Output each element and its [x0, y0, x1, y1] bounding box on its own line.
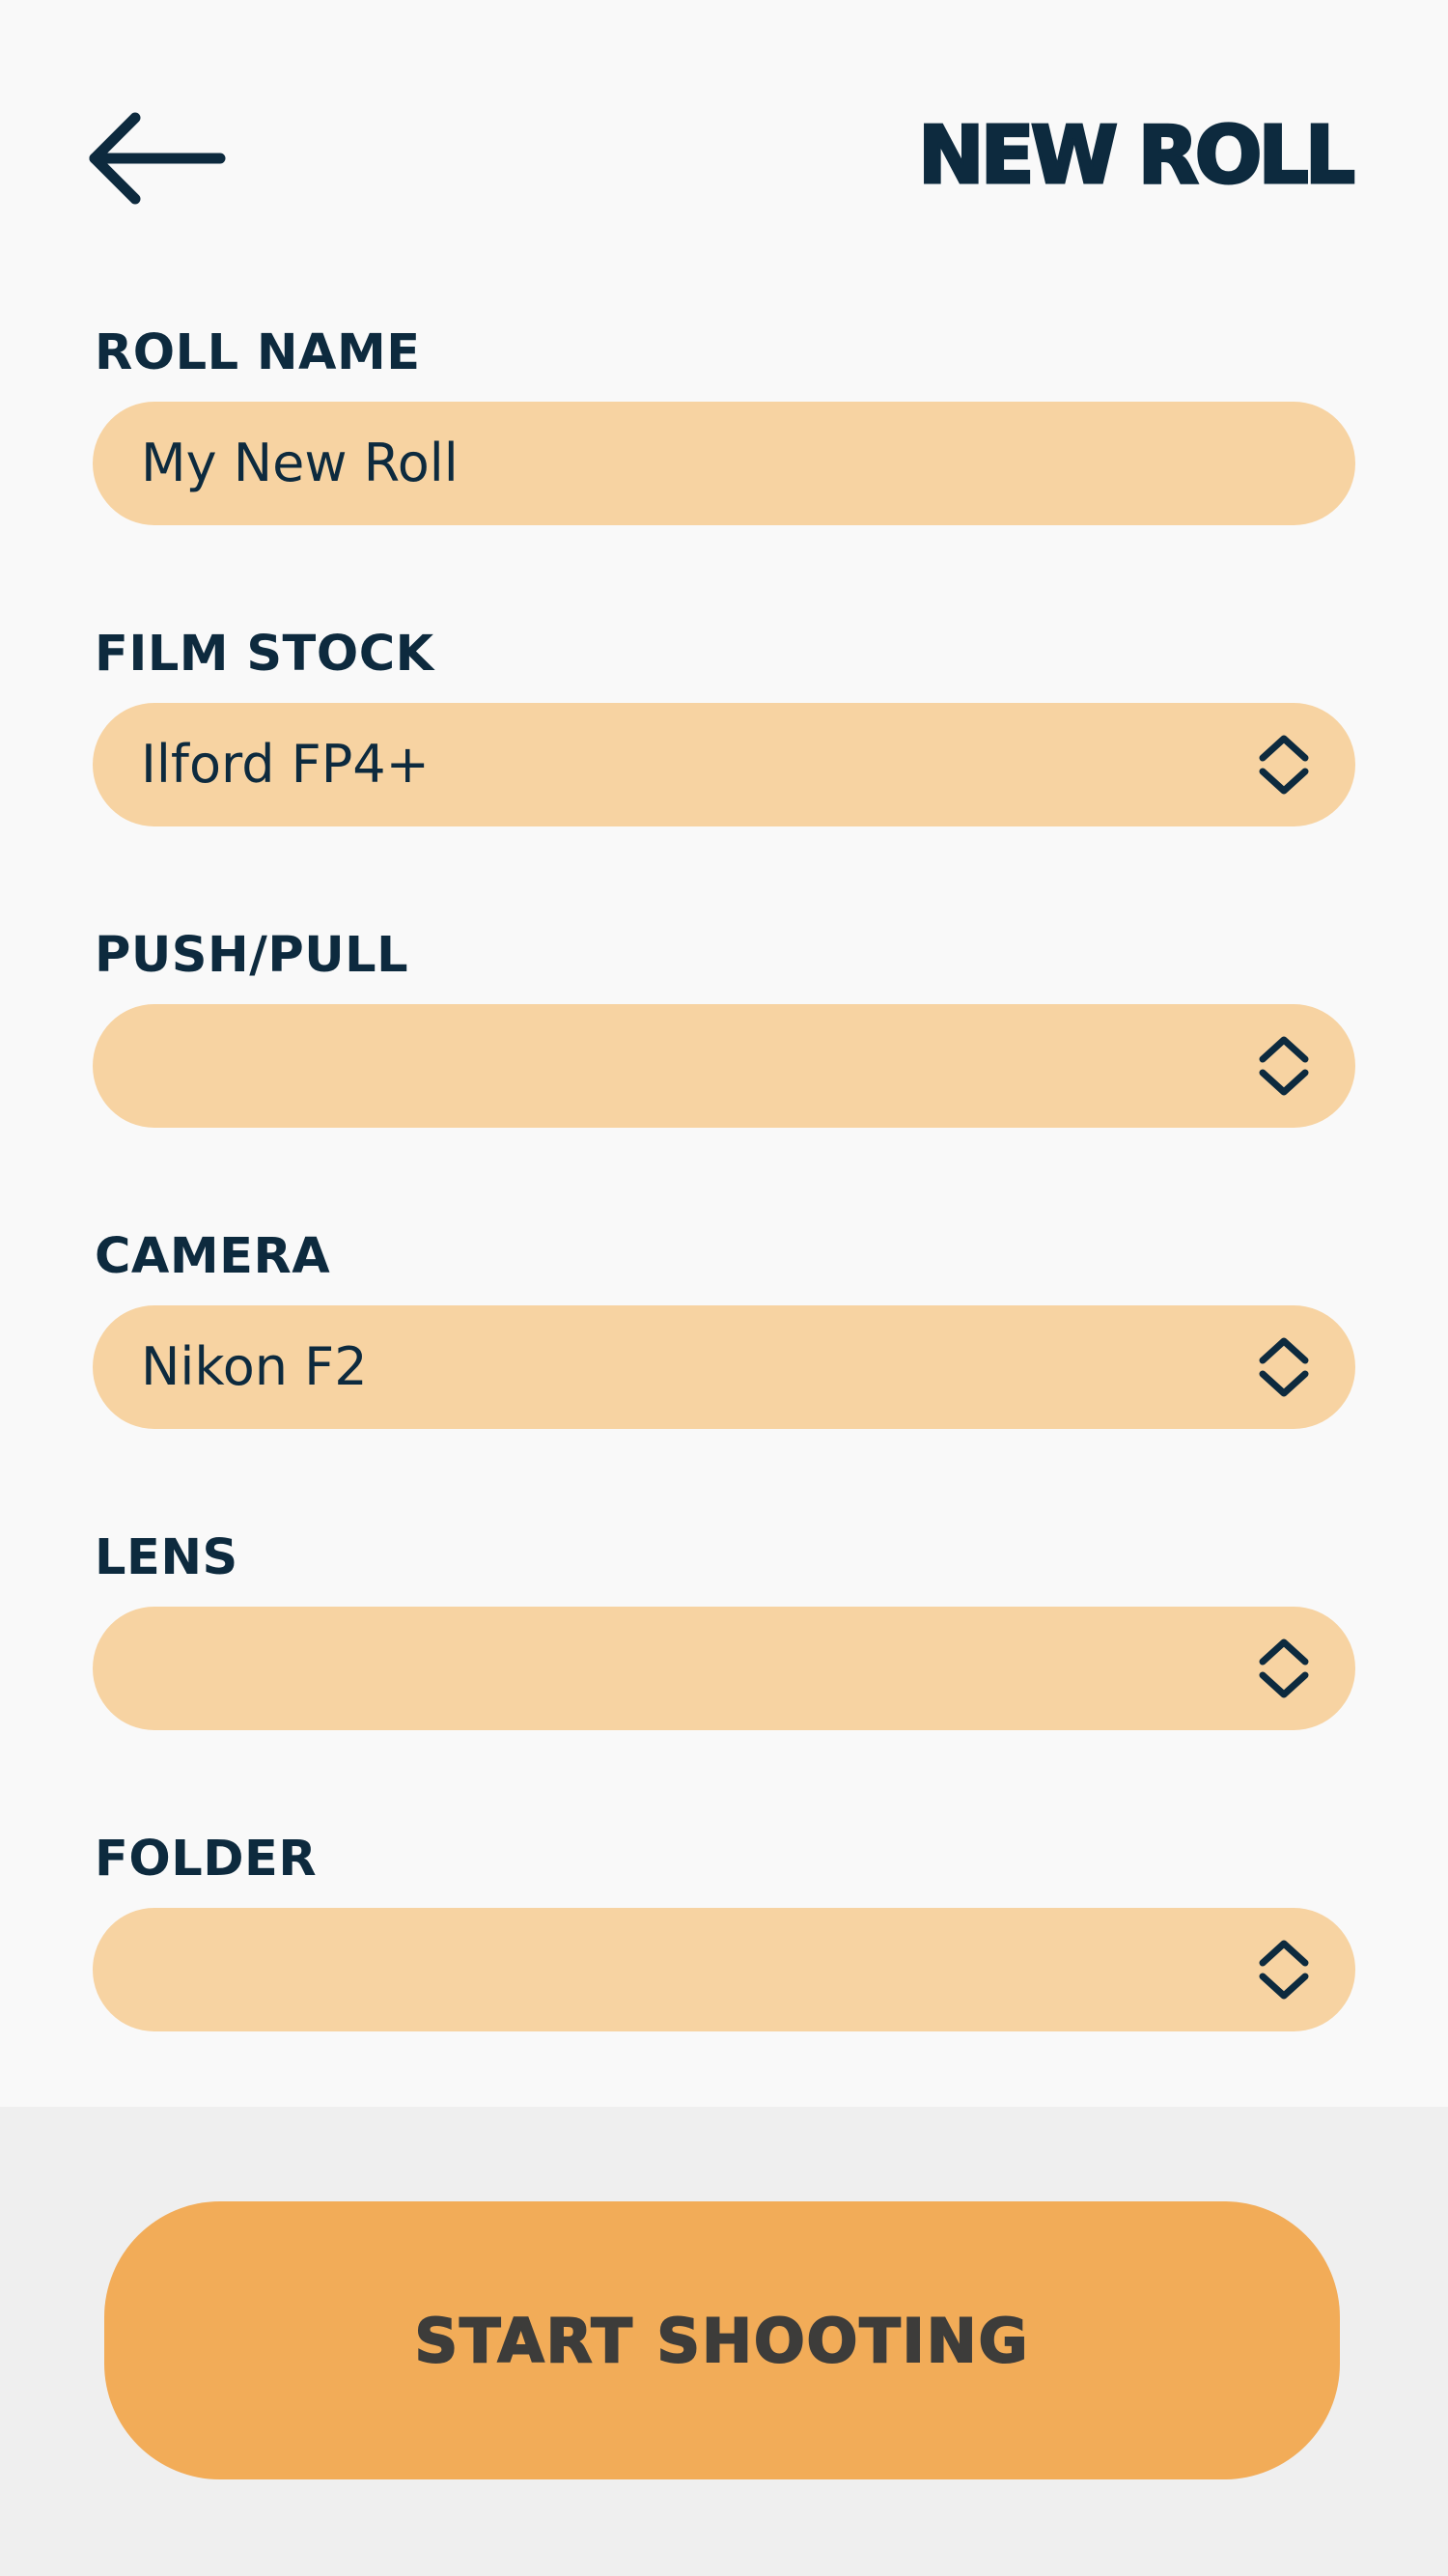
folder-field: FOLDER: [93, 1825, 1355, 2126]
camera-value: Nikon F2: [141, 1336, 368, 1397]
chevron-up-down-icon: [1259, 735, 1309, 795]
film-stock-select[interactable]: Ilford FP4+: [93, 703, 1355, 826]
chevron-up-down-icon: [1259, 1036, 1309, 1096]
roll-name-input-wrapper: [93, 402, 1355, 525]
film-stock-label: FILM STOCK: [95, 626, 434, 683]
chevron-up-down-icon: [1259, 1337, 1309, 1397]
folder-select[interactable]: [93, 1908, 1355, 2031]
lens-field: LENS: [93, 1524, 1355, 1825]
folder-label: FOLDER: [95, 1831, 318, 1888]
push-pull-select[interactable]: [93, 1004, 1355, 1128]
back-button[interactable]: [87, 106, 232, 212]
new-roll-form: ROLL NAME FILM STOCK Ilford FP4+ PUSH/PU…: [93, 319, 1355, 2126]
push-pull-label: PUSH/PULL: [95, 927, 409, 984]
page-title: NEW ROLL: [917, 109, 1357, 204]
roll-name-input[interactable]: [141, 434, 1251, 492]
camera-select[interactable]: Nikon F2: [93, 1305, 1355, 1429]
start-shooting-button[interactable]: START SHOOTING: [104, 2201, 1340, 2479]
header: NEW ROLL: [0, 0, 1448, 232]
film-stock-value: Ilford FP4+: [141, 734, 430, 795]
lens-label: LENS: [95, 1529, 238, 1586]
chevron-up-down-icon: [1259, 1940, 1309, 2000]
lens-select[interactable]: [93, 1607, 1355, 1730]
film-stock-field: FILM STOCK Ilford FP4+: [93, 620, 1355, 921]
camera-field: CAMERA Nikon F2: [93, 1222, 1355, 1524]
chevron-up-down-icon: [1259, 1638, 1309, 1698]
start-shooting-label: START SHOOTING: [413, 2305, 1030, 2377]
push-pull-field: PUSH/PULL: [93, 921, 1355, 1222]
roll-name-label: ROLL NAME: [95, 324, 421, 381]
camera-label: CAMERA: [95, 1228, 331, 1285]
roll-name-field: ROLL NAME: [93, 319, 1355, 620]
arrow-left-icon: [89, 112, 226, 205]
footer: START SHOOTING: [0, 2107, 1448, 2576]
